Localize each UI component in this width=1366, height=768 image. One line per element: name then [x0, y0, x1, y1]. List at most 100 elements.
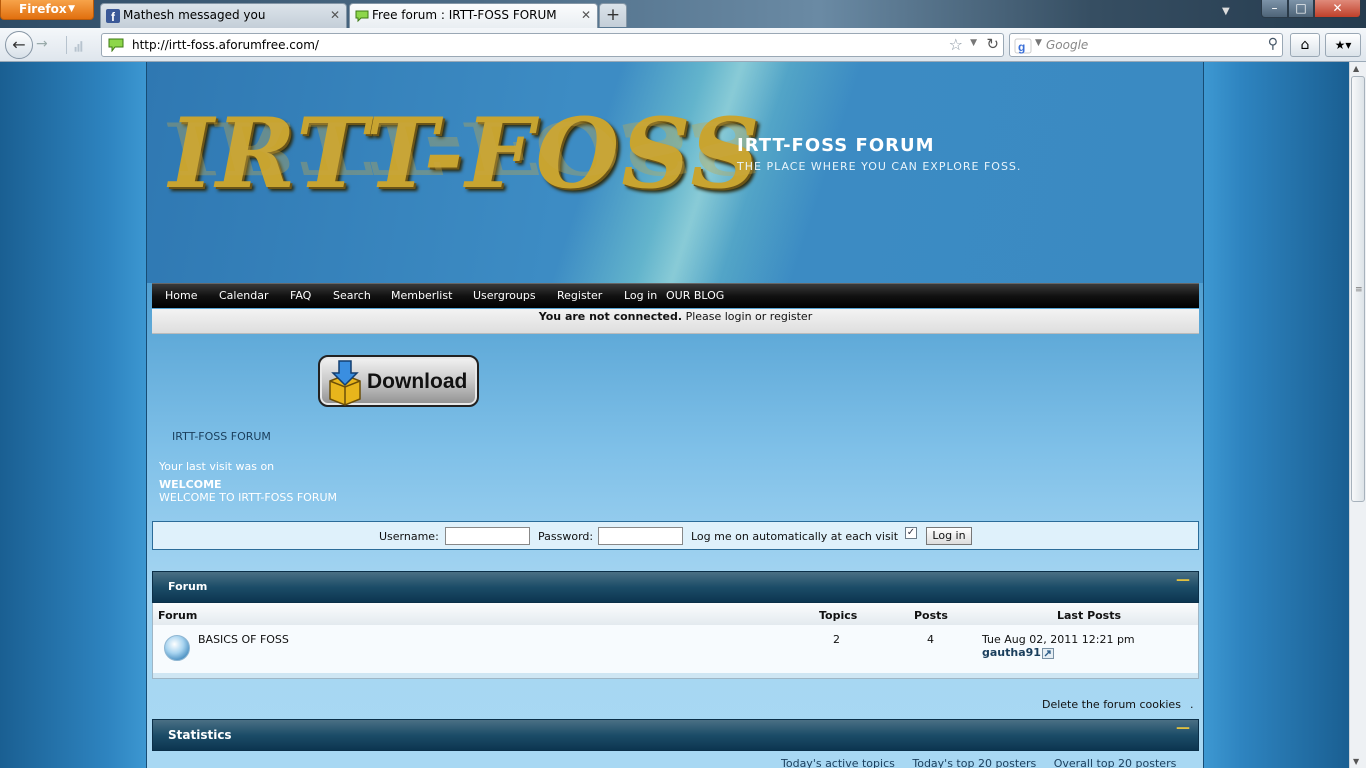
star-icon[interactable]: ☆ [949, 35, 963, 54]
vertical-scrollbar[interactable]: ▲ ≡ ▼ [1349, 62, 1366, 768]
breadcrumb[interactable]: IRTT-FOSS FORUM [172, 430, 271, 443]
posts-count: 4 [927, 633, 934, 646]
header-banner: IRTT-FOSS IRTT-FOSS IRTT-FOSS FORUM THE … [147, 62, 1203, 283]
menu-home[interactable]: Home [165, 284, 197, 308]
todays-top-posters-link[interactable]: Today's top 20 posters [912, 757, 1036, 768]
forward-arrow-icon[interactable]: → [36, 36, 48, 52]
table-row: BASICS OF FOSS 2 4 Tue Aug 02, 2011 12:2… [152, 625, 1199, 673]
column-topics: Topics [819, 609, 858, 622]
forum-section-title: Forum [168, 580, 208, 593]
forum-table-header: Forum Topics Posts Last Posts [152, 603, 1199, 625]
grip-icon: ≡ [1355, 285, 1363, 295]
magnifier-icon[interactable]: ⚲ [1268, 36, 1278, 52]
download-label: Download [367, 370, 468, 393]
firefox-menu-label: Firefox [19, 2, 67, 16]
close-tab-icon[interactable]: ✕ [330, 4, 340, 26]
no-new-posts-icon [164, 635, 190, 661]
navigation-toolbar: ← → http://irtt-foss.aforumfree.com/ ☆ ▼… [0, 28, 1366, 62]
password-label: Password: [538, 530, 594, 543]
overall-top-posters-link[interactable]: Overall top 20 posters [1054, 757, 1177, 768]
back-arrow-icon[interactable]: ← [5, 31, 33, 59]
menu-search[interactable]: Search [333, 284, 371, 308]
page-viewport: IRTT-FOSS IRTT-FOSS IRTT-FOSS FORUM THE … [0, 62, 1349, 768]
title-bar: Firefox ▼ f Mathesh messaged you ✕ Free … [0, 0, 1366, 28]
speech-bubble-icon [108, 38, 124, 52]
tab-title: Free forum : IRTT-FOSS FORUM [372, 8, 557, 22]
home-icon[interactable]: ⌂ [1290, 33, 1320, 57]
tab-title: Mathesh messaged you [123, 8, 266, 22]
firefox-menu-button[interactable]: Firefox ▼ [0, 0, 94, 20]
scroll-down-arrow-icon[interactable]: ▼ [1353, 757, 1359, 766]
column-forum: Forum [158, 609, 198, 622]
topics-count: 2 [833, 633, 840, 646]
menu-calendar[interactable]: Calendar [219, 284, 268, 308]
username-field[interactable] [445, 527, 530, 545]
last-visit-text: Your last visit was on [159, 460, 275, 473]
login-button[interactable]: Log in [926, 527, 972, 545]
url-text[interactable]: http://irtt-foss.aforumfree.com/ [132, 38, 319, 52]
welcome-title: WELCOME [159, 478, 222, 491]
statistics-links: Today's active topics Today's top 20 pos… [781, 757, 1190, 768]
menu-our-blog[interactable]: OUR BLOG [666, 284, 724, 308]
table-footer [152, 673, 1199, 679]
menu-register[interactable]: Register [557, 284, 602, 308]
welcome-text: WELCOME TO IRTT-FOSS FORUM [159, 491, 338, 504]
menu-login[interactable]: Log in [624, 284, 657, 308]
not-connected-text: You are not connected. [538, 310, 683, 323]
chevron-down-icon: ▼ [68, 4, 75, 14]
menu-usergroups[interactable]: Usergroups [473, 284, 536, 308]
site-description: THE PLACE WHERE YOU CAN EXPLORE FOSS. [737, 160, 1022, 173]
download-box-icon [329, 360, 361, 406]
collapse-icon[interactable]: — [1176, 572, 1190, 588]
reload-icon[interactable]: ↻ [986, 35, 999, 53]
auto-login-checkbox[interactable]: ✓ [905, 527, 917, 539]
forum-section-header: Forum — [152, 571, 1199, 603]
forum-page: IRTT-FOSS IRTT-FOSS IRTT-FOSS FORUM THE … [146, 62, 1204, 768]
speech-bubble-icon [355, 10, 369, 23]
forum-link[interactable]: BASICS OF FOSS [198, 633, 289, 646]
tab-list-chevron-icon[interactable]: ▼ [1222, 6, 1230, 17]
facebook-icon: f [106, 9, 120, 23]
new-tab-button[interactable]: + [599, 3, 627, 27]
login-register-text[interactable]: Please login or register [686, 310, 813, 323]
go-to-post-icon[interactable] [1042, 648, 1054, 659]
search-bar[interactable]: g ▼ Google ⚲ [1009, 33, 1283, 57]
signal-bars-icon [66, 36, 83, 54]
address-bar[interactable]: http://irtt-foss.aforumfree.com/ ☆ ▼ ↻ [101, 33, 1004, 57]
tab-facebook[interactable]: f Mathesh messaged you ✕ [100, 3, 347, 28]
scroll-up-arrow-icon[interactable]: ▲ [1353, 64, 1359, 73]
close-tab-icon[interactable]: ✕ [581, 4, 591, 26]
password-field[interactable] [598, 527, 683, 545]
maximize-button[interactable]: □ [1288, 0, 1314, 18]
svg-text:g: g [1018, 40, 1025, 54]
bookmarks-menu-icon[interactable]: ★▾ [1325, 33, 1361, 57]
statistics-section-header: Statistics — [152, 719, 1199, 751]
google-icon: g [1014, 38, 1032, 54]
site-logo-reflection: IRTT-FOSS [169, 105, 762, 190]
download-button[interactable]: Download [318, 355, 479, 407]
last-post-date: Tue Aug 02, 2011 12:21 pm [982, 633, 1135, 646]
delete-cookies-link[interactable]: Delete the forum cookies [1042, 698, 1181, 711]
main-menu: Home Calendar FAQ Search Memberlist User… [152, 283, 1199, 308]
delete-cookies-dot: . [1190, 698, 1194, 711]
menu-faq[interactable]: FAQ [290, 284, 311, 308]
site-title: IRTT-FOSS FORUM [737, 135, 935, 156]
menu-memberlist[interactable]: Memberlist [391, 284, 452, 308]
login-form: Username: Password: Log me on automatica… [152, 521, 1199, 550]
search-input[interactable]: Google [1046, 38, 1088, 52]
connection-status: You are not connected. Please login or r… [152, 309, 1199, 334]
chevron-down-icon[interactable]: ▼ [1035, 38, 1042, 48]
last-post-user-link[interactable]: gautha91 [982, 646, 1041, 659]
auto-login-label: Log me on automatically at each visit [691, 530, 899, 543]
todays-active-topics-link[interactable]: Today's active topics [781, 757, 895, 768]
collapse-icon[interactable]: — [1176, 720, 1190, 736]
chevron-down-icon[interactable]: ▼ [970, 38, 977, 48]
column-last-posts: Last Posts [1057, 609, 1122, 622]
username-label: Username: [379, 530, 439, 543]
statistics-section-title: Statistics [168, 728, 232, 742]
close-window-button[interactable]: ✕ [1314, 0, 1361, 18]
scrollbar-thumb[interactable]: ≡ [1351, 76, 1365, 502]
tab-forum[interactable]: Free forum : IRTT-FOSS FORUM ✕ [349, 3, 598, 28]
column-posts: Posts [914, 609, 948, 622]
minimize-button[interactable]: – [1261, 0, 1288, 18]
